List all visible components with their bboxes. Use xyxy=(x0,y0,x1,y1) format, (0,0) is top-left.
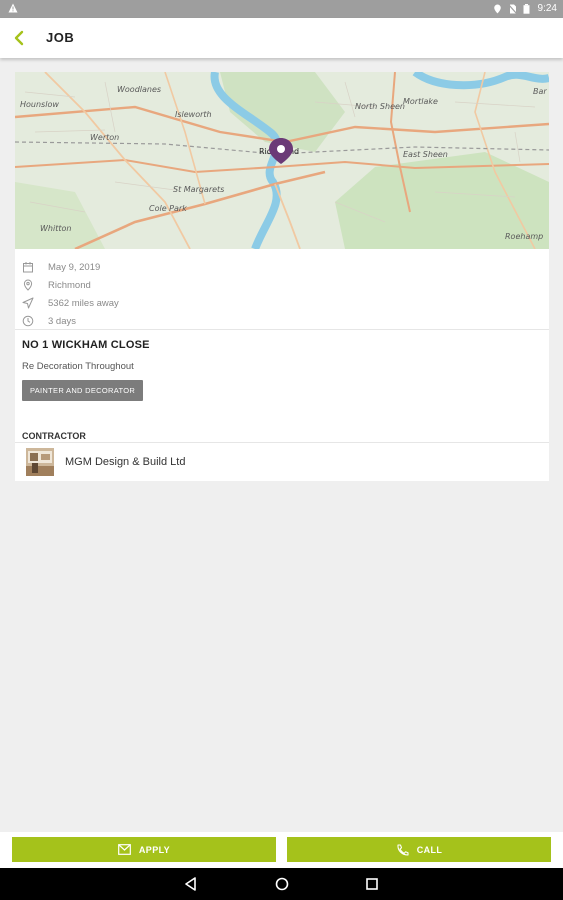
app-bar: JOB xyxy=(0,18,563,58)
envelope-icon xyxy=(118,844,131,855)
meta-distance: 5362 miles away xyxy=(15,294,549,312)
status-time: 9:24 xyxy=(537,3,557,14)
trade-tag: PAINTER AND DECORATOR xyxy=(22,380,144,401)
contractor-name: MGM Design & Build Ltd xyxy=(65,456,186,468)
no-sim-icon xyxy=(507,3,517,14)
action-bar: APPLY CALL xyxy=(0,832,563,868)
nav-home-icon[interactable] xyxy=(274,876,290,892)
apply-button[interactable]: APPLY xyxy=(12,837,276,862)
status-bar: 9:24 xyxy=(0,0,563,18)
page-title: JOB xyxy=(46,30,75,45)
map-label: St Margarets xyxy=(173,185,224,194)
clock-icon xyxy=(22,315,34,327)
back-arrow-icon[interactable] xyxy=(10,28,30,48)
contractor-avatar xyxy=(26,448,54,476)
job-meta: May 9, 2019 Richmond 5362 miles away 3 d… xyxy=(15,258,549,330)
warning-icon xyxy=(8,3,18,16)
job-title: NO 1 WICKHAM CLOSE xyxy=(22,339,150,351)
job-duration: 3 days xyxy=(48,315,76,327)
calendar-icon xyxy=(22,261,34,273)
map-label: Roehamp xyxy=(505,232,543,241)
system-nav-bar xyxy=(0,868,563,900)
job-date: May 9, 2019 xyxy=(48,261,101,273)
location-pin-icon xyxy=(22,279,34,291)
map-label: East Sheen xyxy=(403,150,448,159)
contractor-section-label: CONTRACTOR xyxy=(22,431,86,441)
navigation-icon xyxy=(22,297,34,309)
map-label: Werton xyxy=(90,133,119,142)
map-label: Isleworth xyxy=(175,110,212,119)
apply-label: APPLY xyxy=(138,844,171,855)
divider xyxy=(15,329,549,330)
job-location-map[interactable]: Hounslow Woodlanes Isleworth Werton Nort… xyxy=(15,72,549,249)
nav-recents-icon[interactable] xyxy=(364,876,380,892)
call-button[interactable]: CALL xyxy=(287,837,551,862)
meta-duration: 3 days xyxy=(15,312,549,330)
map-label: Hounslow xyxy=(20,100,59,109)
battery-icon xyxy=(523,3,532,14)
job-description: Re Decoration Throughout xyxy=(22,361,134,372)
phone-icon xyxy=(396,844,409,856)
call-label: CALL xyxy=(416,844,443,855)
map-label: Whitton xyxy=(40,224,71,233)
nav-back-icon[interactable] xyxy=(183,876,199,892)
job-card: Hounslow Woodlanes Isleworth Werton Nort… xyxy=(15,72,549,481)
map-label: North Sheen xyxy=(355,102,405,111)
map-label: Bar xyxy=(533,87,547,96)
meta-date: May 9, 2019 xyxy=(15,258,549,276)
contractor-row[interactable]: MGM Design & Build Ltd xyxy=(15,443,549,481)
job-location: Richmond xyxy=(48,279,91,291)
location-icon xyxy=(493,4,502,14)
map-label: Woodlanes xyxy=(117,85,161,94)
map-label: Cole Park xyxy=(149,204,187,213)
meta-location: Richmond xyxy=(15,276,549,294)
map-label: Mortlake xyxy=(403,97,438,106)
job-distance: 5362 miles away xyxy=(48,297,119,309)
